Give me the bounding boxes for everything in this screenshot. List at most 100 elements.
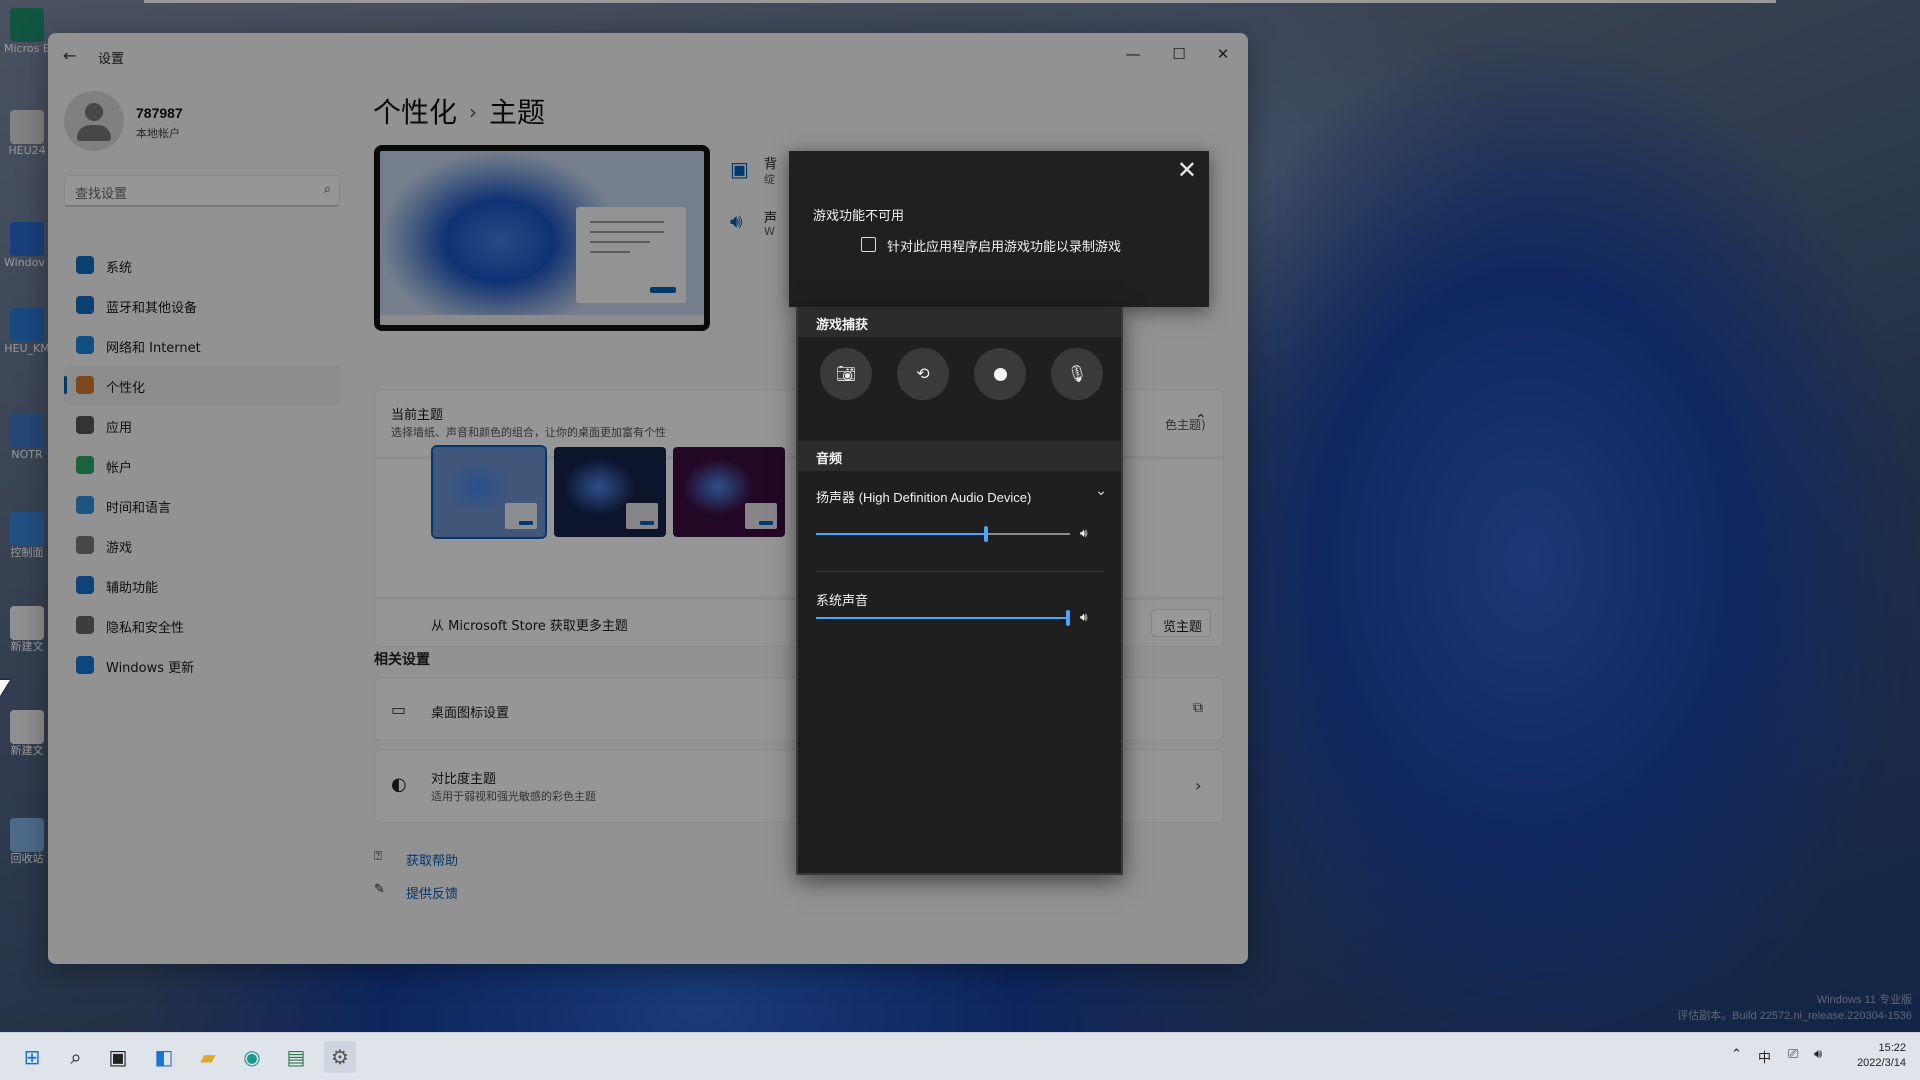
sidebar-item[interactable]: 辅助功能 [64,565,340,605]
minimize-button[interactable]: — [1110,39,1156,69]
maximize-button[interactable]: ☐ [1156,39,1202,69]
tray-overflow-icon[interactable]: ⌃ [1731,1047,1742,1062]
search-icon[interactable]: ⌕ [60,1041,92,1073]
task-view-icon[interactable]: ▣ [102,1041,134,1073]
browse-themes-button[interactable]: 览主题 [1151,609,1211,637]
volume-icon[interactable]: 🔊︎ [1814,1047,1822,1062]
settings-icon[interactable]: ⚙ [324,1041,356,1073]
sidebar-item-label: 辅助功能 [106,581,159,596]
capture-title: 游戏捕获 [816,318,869,333]
windows-update-icon [76,656,94,674]
sidebar-item[interactable]: 网络和 Internet [64,325,340,365]
avatar [64,91,124,151]
sound-label: 声 [764,211,778,226]
sidebar-item[interactable]: 隐私和安全性 [64,605,340,645]
settings-titlebar: ← 设置 — ☐ ✕ [48,33,1248,79]
sidebar-item-label: 游戏 [106,541,133,556]
gamebar-panel: 游戏捕获 📷︎ ⟲ 🎙︎ 音频 扬声器 (High Definition Aud… [796,307,1123,875]
system-volume-slider[interactable] [816,610,1070,626]
audio-divider [816,571,1104,572]
sidebar-item[interactable]: 个性化 [64,365,340,405]
system-volume-thumb[interactable] [1066,610,1070,626]
notepad-icon[interactable]: ▤ [280,1041,312,1073]
chevron-up-icon[interactable]: ⌃ [1195,412,1207,428]
sidebar-item-label: 个性化 [106,381,146,396]
close-button[interactable]: ✕ [1200,39,1246,69]
widgets-icon[interactable]: ◧ [148,1041,180,1073]
thumbnail-window-preview [626,503,658,529]
sidebar-item-label: 时间和语言 [106,501,172,516]
warning-message: 游戏功能不可用 [813,209,905,224]
mic-off-icon: 🎙︎ [1066,364,1088,383]
start-icon[interactable]: ⊞ [16,1041,48,1073]
search-placeholder: 查找设置 [75,187,128,202]
user-name: 787987 [136,105,183,121]
start-recording-button[interactable] [974,348,1026,400]
apps-icon [76,416,94,434]
current-theme-title: 当前主题 [391,408,444,423]
desktop-icon: ▭ [391,700,407,719]
sidebar-item[interactable]: 游戏 [64,525,340,565]
network-icon [76,336,94,354]
sidebar-item[interactable]: 帐户 [64,445,340,485]
enable-gaming-label[interactable]: 针对此应用程序启用游戏功能以录制游戏 [887,236,1121,255]
sidebar-item-label: 应用 [106,421,133,436]
theme-preview [374,145,710,331]
feedback-icon: ✎ [374,882,385,897]
search-input[interactable]: 查找设置 ⌕ [64,175,340,207]
sidebar-item[interactable]: 蓝牙和其他设备 [64,285,340,325]
background-sub: 绽 [764,173,775,186]
sound-sub: W [764,225,775,238]
breadcrumb-parent[interactable]: 个性化 [373,96,457,129]
system-speaker-icon[interactable]: 🔊︎ [1080,610,1088,625]
chevron-right-icon: › [1195,776,1202,795]
accounts-icon [76,456,94,474]
close-icon[interactable]: ✕ [1177,155,1197,185]
mic-toggle-button[interactable]: 🎙︎ [1051,348,1103,400]
sidebar-nav: 系统蓝牙和其他设备网络和 Internet 个性化应用帐户时间和语言游戏辅助功能隐… [64,245,340,685]
device-volume-slider[interactable] [816,526,1070,542]
speaker-icon[interactable]: 🔊︎ [1080,526,1088,541]
capture-header: 游戏捕获 [798,307,1121,337]
page-title: 主题 [489,96,546,129]
screenshot-button[interactable]: 📷︎ [820,348,872,400]
file-explorer-icon[interactable]: ▰ [192,1041,224,1073]
contrast-themes-title: 对比度主题 [431,772,497,787]
input-language[interactable]: 中 [1758,1047,1771,1066]
get-help-link[interactable]: 获取帮助 [406,850,458,869]
theme-thumbnail[interactable] [673,447,785,537]
desktop-icon-settings-title: 桌面图标设置 [431,706,510,721]
breadcrumb-separator: › [469,100,478,124]
sidebar-item-label: 网络和 Internet [106,341,201,356]
sidebar-item[interactable]: Windows 更新 [64,645,340,685]
theme-thumbnail[interactable] [554,447,666,537]
edge-icon[interactable]: ◉ [236,1041,268,1073]
theme-thumbnail[interactable] [431,445,547,539]
sidebar-item-label: 系统 [106,261,133,276]
enable-gaming-checkbox[interactable] [861,237,876,252]
search-icon: ⌕ [323,182,331,197]
personalization-icon [76,376,94,394]
device-volume-thumb[interactable] [984,526,989,542]
record-last-button[interactable]: ⟲ [897,348,949,400]
sidebar-item-label: 隐私和安全性 [106,621,185,636]
contrast-themes-subtitle: 适用于弱视和强光敏感的彩色主题 [431,790,596,803]
thumbnail-window-preview [505,503,537,529]
back-arrow-icon[interactable]: ← [63,46,76,65]
chevron-down-icon[interactable]: ⌄ [1095,483,1107,499]
current-theme-subtitle: 选择墙纸、声音和颜色的组合，让你的桌面更加富有个性 [391,426,666,439]
background-icon: ▣ [730,157,749,181]
network-icon[interactable]: ⎚ [1788,1047,1798,1062]
taskbar: ⊞ ⌕ ▣ ◧ ▰ ◉ ▤ ⚙ ⌃ 中 ⎚ 🔊︎ 15:22 2022/3/14 [0,1032,1920,1080]
related-settings-heading: 相关设置 [374,652,430,668]
feedback-link[interactable]: 提供反馈 [406,883,458,902]
sidebar-item[interactable]: 应用 [64,405,340,445]
sidebar-item[interactable]: 时间和语言 [64,485,340,525]
taskbar-clock[interactable]: 15:22 2022/3/14 [1857,1041,1906,1071]
store-text: 从 Microsoft Store 获取更多主题 [431,619,628,634]
audio-device-label[interactable]: 扬声器 (High Definition Audio Device) [816,487,1031,506]
preview-window [576,207,686,303]
mouse-cursor [0,680,10,696]
sidebar-item[interactable]: 系统 [64,245,340,285]
camera-icon: 📷︎ [835,364,857,383]
